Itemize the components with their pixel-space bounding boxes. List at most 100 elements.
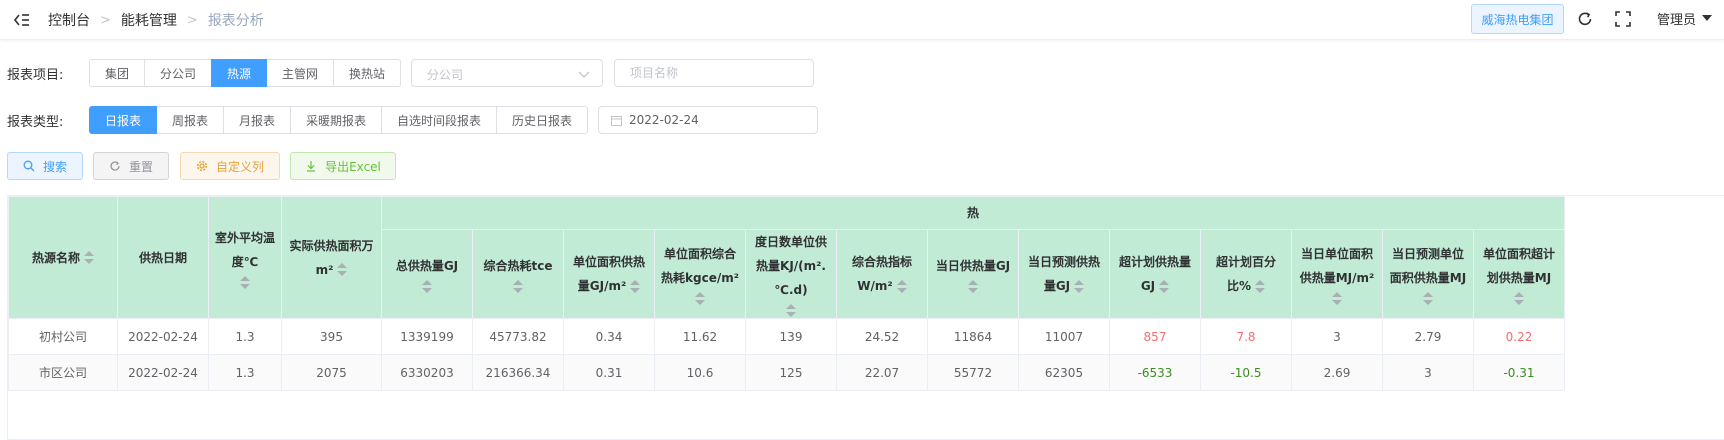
- report-type-weekly[interactable]: 周报表: [156, 106, 224, 134]
- sort-icon[interactable]: [240, 275, 250, 290]
- custom-columns-label: 自定义列: [215, 159, 264, 174]
- col-header-degree-day[interactable]: 度日数单位供热量KJ/(m².℃.d): [745, 229, 837, 319]
- company-button[interactable]: 威海热电集团: [1471, 4, 1564, 34]
- refresh-icon[interactable]: [1576, 10, 1594, 28]
- search-button-label: 搜索: [42, 159, 67, 174]
- cell-over-unit-mj: 0.22: [1473, 318, 1565, 355]
- cell-day-gj: 55772: [927, 354, 1019, 391]
- cell-day-forecast: 62305: [1018, 354, 1110, 391]
- breadcrumb-separator-icon: >: [186, 12, 198, 28]
- col-header-unit-gj[interactable]: 单位面积供热量GJ/m²: [563, 229, 655, 319]
- sort-icon[interactable]: [968, 280, 978, 294]
- sort-icon[interactable]: [786, 304, 796, 318]
- group-header-heat: 热: [381, 196, 1565, 230]
- col-header-over-pct[interactable]: 超计划百分比%: [1200, 229, 1292, 319]
- sort-icon[interactable]: [1423, 292, 1433, 306]
- reset-icon: [110, 161, 120, 171]
- project-option-main-network[interactable]: 主管网: [266, 59, 334, 87]
- cell-temp: 1.3: [208, 354, 282, 391]
- project-option-substation[interactable]: 换热站: [333, 59, 401, 87]
- breadcrumb-separator-icon: >: [100, 12, 111, 28]
- search-button[interactable]: 搜索: [7, 152, 83, 180]
- cell-tce: 45773.82: [472, 318, 564, 355]
- sort-icon[interactable]: [337, 263, 348, 277]
- col-header-total-gj[interactable]: 总供热量GJ: [381, 229, 473, 319]
- cell-over-pct: 7.8: [1200, 318, 1292, 355]
- report-type-label: 报表类型:: [7, 115, 64, 130]
- breadcrumb-item-console[interactable]: 控制台: [48, 10, 90, 30]
- project-button-group: 集团 分公司 热源 主管网 换热站: [89, 59, 401, 87]
- breadcrumb-item-report: 报表分析: [207, 13, 264, 29]
- report-type-custom-period[interactable]: 自选时间段报表: [381, 106, 497, 134]
- download-icon: [307, 161, 316, 172]
- col-header-temp[interactable]: 室外平均温度℃: [208, 196, 282, 319]
- col-header-date: 供热日期: [117, 196, 209, 319]
- cell-degree-day: 139: [745, 318, 837, 355]
- sort-icon[interactable]: [1255, 279, 1266, 294]
- col-header-day-unit-mj[interactable]: 当日单位面积供热量MJ/m²: [1291, 229, 1383, 319]
- cell-unit-gj: 0.34: [563, 318, 655, 355]
- col-header-over-gj[interactable]: 超计划供热量GJ: [1109, 229, 1201, 319]
- cell-name: 市区公司: [8, 354, 118, 391]
- report-type-history-daily[interactable]: 历史日报表: [496, 106, 588, 134]
- cell-area: 2075: [281, 354, 382, 391]
- col-header-w-index[interactable]: 综合热指标W/m²: [836, 229, 928, 319]
- project-option-branch[interactable]: 分公司: [144, 59, 212, 87]
- cell-unit-gj: 0.31: [563, 354, 655, 391]
- sort-icon[interactable]: [513, 280, 523, 294]
- sort-icon[interactable]: [1332, 292, 1342, 306]
- col-header-day-forecast[interactable]: 当日预测供热量GJ: [1018, 229, 1110, 319]
- custom-columns-button[interactable]: 自定义列: [180, 152, 280, 180]
- branch-select[interactable]: 分公司: [411, 59, 603, 87]
- breadcrumb: 控制台 > 能耗管理 > 报表分析: [48, 0, 264, 40]
- col-header-unit-kgce[interactable]: 单位面积综合热耗kgce/m²: [654, 229, 746, 319]
- breadcrumb-item-energy[interactable]: 能耗管理: [121, 10, 177, 30]
- cell-name: 初村公司: [8, 318, 118, 355]
- col-header-over-unit-mj[interactable]: 单位面积超计划供热量MJ: [1473, 229, 1565, 319]
- project-option-group[interactable]: 集团: [89, 59, 145, 87]
- cell-total-gj: 6330203: [381, 354, 473, 391]
- col-header-tce[interactable]: 综合热耗tce: [472, 229, 564, 319]
- cell-forecast-unit-mj: 3: [1382, 354, 1474, 391]
- date-value: 2022-02-24: [629, 113, 699, 127]
- cell-over-gj: 857: [1109, 318, 1201, 355]
- search-icon: [23, 160, 35, 172]
- sort-icon[interactable]: [630, 279, 641, 294]
- export-excel-button[interactable]: 导出Excel: [290, 152, 396, 180]
- cell-over-pct: -10.5: [1200, 354, 1292, 391]
- col-header-forecast-unit-mj[interactable]: 当日预测单位面积供热量MJ: [1382, 229, 1474, 319]
- report-type-heating-season[interactable]: 采暖期报表: [290, 106, 382, 134]
- cell-over-unit-mj: -0.31: [1473, 354, 1565, 391]
- cell-area: 395: [281, 318, 382, 355]
- user-menu[interactable]: 管理员: [1657, 0, 1713, 36]
- sort-icon[interactable]: [1514, 292, 1524, 306]
- project-option-heat-source[interactable]: 热源: [211, 59, 267, 87]
- sort-icon[interactable]: [1159, 279, 1170, 294]
- cell-day-unit-mj: 2.69: [1291, 354, 1383, 391]
- cell-day-gj: 11864: [927, 318, 1019, 355]
- table-row[interactable]: 初村公司 2022-02-24 1.3 395 1339199 45773.82…: [8, 318, 1565, 355]
- caret-down-icon: [1702, 15, 1713, 21]
- col-header-name[interactable]: 热源名称: [8, 196, 118, 319]
- reset-button[interactable]: 重置: [93, 152, 169, 180]
- cell-unit-kgce: 11.62: [654, 318, 746, 355]
- report-type-monthly[interactable]: 月报表: [223, 106, 291, 134]
- sort-icon[interactable]: [695, 292, 705, 306]
- report-table: 热源名称 供热日期 室外平均温度℃ 实际供热面积万m² 热 总供热量GJ 综合热…: [7, 195, 1724, 440]
- table-row[interactable]: 市区公司 2022-02-24 1.3 2075 6330203 216366.…: [8, 354, 1565, 391]
- sort-icon[interactable]: [422, 280, 432, 294]
- calendar-icon: [611, 116, 622, 126]
- menu-collapse-icon[interactable]: [12, 10, 32, 30]
- col-header-area[interactable]: 实际供热面积万m²: [281, 196, 382, 319]
- fullscreen-icon[interactable]: [1614, 10, 1632, 28]
- project-name-input[interactable]: [614, 59, 814, 87]
- sort-icon[interactable]: [896, 279, 907, 294]
- cell-forecast-unit-mj: 2.79: [1382, 318, 1474, 355]
- date-picker[interactable]: 2022-02-24: [598, 106, 818, 134]
- cell-total-gj: 1339199: [381, 318, 473, 355]
- sort-icon[interactable]: [84, 251, 94, 265]
- report-type-daily[interactable]: 日报表: [89, 106, 157, 134]
- sort-icon[interactable]: [1074, 279, 1085, 294]
- export-excel-label: 导出Excel: [325, 159, 381, 174]
- col-header-day-gj[interactable]: 当日供热量GJ: [927, 229, 1019, 319]
